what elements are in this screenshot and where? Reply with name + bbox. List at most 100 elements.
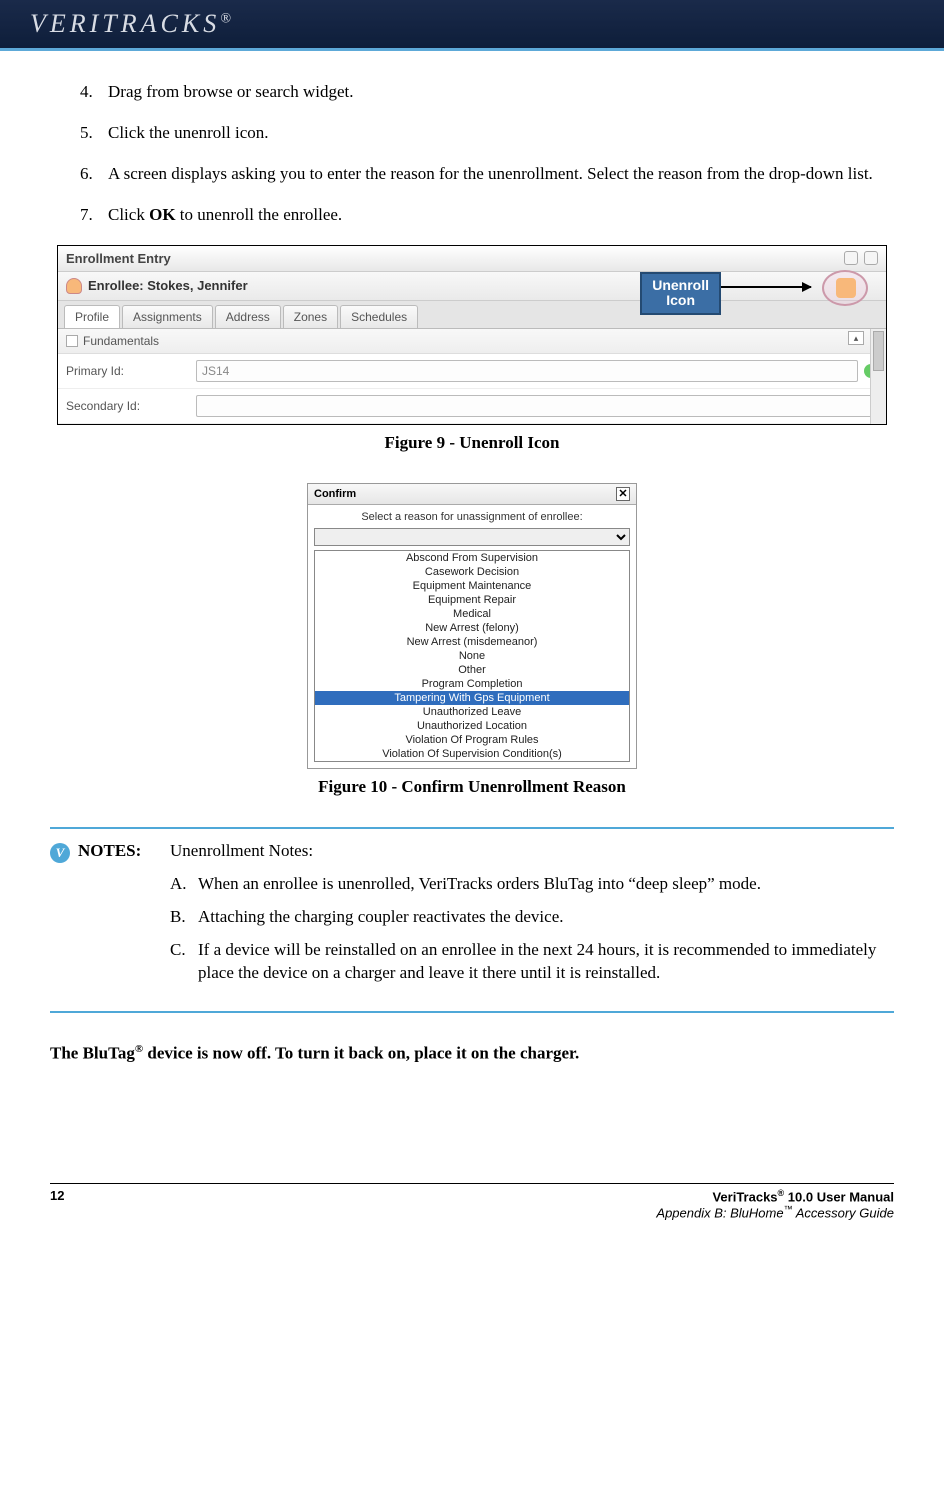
- reason-option[interactable]: Casework Decision: [315, 565, 629, 579]
- step-text: Drag from browse or search widget.: [108, 81, 353, 104]
- notes-title: Unenrollment Notes:: [170, 841, 894, 861]
- footer-guide: Accessory Guide: [793, 1206, 894, 1221]
- confirm-prompt: Select a reason for unassignment of enro…: [314, 511, 630, 523]
- final-post: device is now off. To turn it back on, p…: [143, 1043, 579, 1062]
- confirm-title-text: Confirm: [314, 488, 356, 500]
- tab-profile[interactable]: Profile: [64, 305, 120, 328]
- note-mark: B.: [170, 906, 198, 929]
- reason-option[interactable]: Unauthorized Location: [315, 719, 629, 733]
- panel-title-text: Enrollment Entry: [66, 251, 171, 266]
- form-panel: Fundamentals ▴ Primary Id: Secondary Id:: [58, 329, 886, 424]
- footer-appendix: Appendix B: BluHome: [656, 1206, 783, 1221]
- reason-option[interactable]: Abscond From Supervision: [315, 551, 629, 565]
- instruction-list: 4.Drag from browse or search widget. 5.C…: [50, 81, 894, 227]
- scrollbar[interactable]: [870, 329, 886, 424]
- step-text: Click OK to unenroll the enrollee.: [108, 204, 342, 227]
- final-pre: The BluTag: [50, 1043, 135, 1062]
- step-4: 4.Drag from browse or search widget.: [80, 81, 894, 104]
- primary-id-input[interactable]: [196, 360, 858, 382]
- tab-zones[interactable]: Zones: [283, 305, 338, 328]
- brand-logo: VERITRACKS®: [30, 9, 235, 39]
- step-text: Click the unenroll icon.: [108, 122, 269, 145]
- secondary-id-row: Secondary Id:: [58, 389, 886, 424]
- notes-icon: V: [50, 843, 70, 863]
- step-bold: OK: [149, 205, 175, 224]
- notes-block: V NOTES: Unenrollment Notes: A.When an e…: [50, 827, 894, 1013]
- reason-option[interactable]: Violation Of Supervision Condition(s): [315, 747, 629, 761]
- note-a: A.When an enrollee is unenrolled, VeriTr…: [170, 873, 894, 896]
- person-icon: [66, 278, 82, 294]
- figure-9-screenshot: Enrollment Entry Enrollee: Stokes, Jenni…: [57, 245, 887, 425]
- panel-titlebar: Enrollment Entry: [58, 246, 886, 272]
- footer-product: VeriTracks: [712, 1189, 777, 1204]
- footer-manual: 10.0 User Manual: [784, 1189, 894, 1204]
- tab-address[interactable]: Address: [215, 305, 281, 328]
- callout-arrow: [721, 286, 811, 288]
- step-6: 6.A screen displays asking you to enter …: [80, 163, 894, 186]
- page-footer: 12 VeriTracks® 10.0 User Manual Appendix…: [0, 1184, 944, 1241]
- reason-option[interactable]: Equipment Repair: [315, 593, 629, 607]
- note-text: Attaching the charging coupler reactivat…: [198, 906, 564, 929]
- secondary-id-input[interactable]: [196, 395, 878, 417]
- note-text: If a device will be reinstalled on an en…: [198, 939, 894, 985]
- tab-assignments[interactable]: Assignments: [122, 305, 213, 328]
- fundamentals-header: Fundamentals ▴: [58, 329, 886, 354]
- callout-line1: Unenroll: [652, 277, 709, 293]
- reason-option[interactable]: Medical: [315, 607, 629, 621]
- reason-select[interactable]: [314, 528, 630, 546]
- collapse-icon[interactable]: ▴: [848, 331, 864, 345]
- unenroll-icon-highlight: [822, 270, 868, 306]
- note-mark: A.: [170, 873, 198, 896]
- notes-label: NOTES:: [78, 841, 170, 995]
- section-icon: [66, 335, 78, 347]
- figure-10-screenshot: Confirm ✕ Select a reason for unassignme…: [307, 483, 637, 769]
- footer-right: VeriTracks® 10.0 User Manual Appendix B:…: [656, 1188, 894, 1221]
- step-number: 6.: [80, 163, 108, 186]
- primary-id-row: Primary Id:: [58, 354, 886, 389]
- panel-title-icons: [844, 251, 878, 265]
- reason-options-list: Abscond From SupervisionCasework Decisio…: [314, 550, 630, 762]
- tab-bar: Profile Assignments Address Zones Schedu…: [58, 301, 886, 329]
- reason-option[interactable]: Program Completion: [315, 677, 629, 691]
- reason-option[interactable]: Unauthorized Leave: [315, 705, 629, 719]
- reason-option[interactable]: Tampering With Gps Equipment: [315, 691, 629, 705]
- reason-option[interactable]: New Arrest (misdemeanor): [315, 635, 629, 649]
- step-number: 5.: [80, 122, 108, 145]
- note-b: B.Attaching the charging coupler reactiv…: [170, 906, 894, 929]
- unenroll-icon[interactable]: [836, 278, 856, 298]
- step-5: 5.Click the unenroll icon.: [80, 122, 894, 145]
- close-icon[interactable]: [864, 251, 878, 265]
- unenroll-callout: UnenrollIcon: [640, 272, 721, 315]
- scrollbar-thumb[interactable]: [873, 331, 884, 371]
- brand-reg: ®: [220, 11, 235, 26]
- section-title: Fundamentals: [83, 334, 159, 348]
- reason-option[interactable]: Other: [315, 663, 629, 677]
- secondary-id-label: Secondary Id:: [66, 399, 196, 413]
- reason-option[interactable]: Equipment Maintenance: [315, 579, 629, 593]
- note-mark: C.: [170, 939, 198, 985]
- final-sup: ®: [135, 1043, 143, 1055]
- footer-tm: ™: [784, 1204, 793, 1214]
- step-number: 4.: [80, 81, 108, 104]
- step-prefix: Click: [108, 205, 149, 224]
- figure-10-caption: Figure 10 - Confirm Unenrollment Reason: [50, 777, 894, 797]
- notes-list: A.When an enrollee is unenrolled, VeriTr…: [170, 873, 894, 985]
- note-text: When an enrollee is unenrolled, VeriTrac…: [198, 873, 761, 896]
- close-icon[interactable]: ✕: [616, 487, 630, 501]
- primary-id-label: Primary Id:: [66, 364, 196, 378]
- confirm-body: Select a reason for unassignment of enro…: [308, 505, 636, 768]
- refresh-icon[interactable]: [844, 251, 858, 265]
- tab-schedules[interactable]: Schedules: [340, 305, 418, 328]
- step-number: 7.: [80, 204, 108, 227]
- step-7: 7.Click OK to unenroll the enrollee.: [80, 204, 894, 227]
- brand-text: VERITRACKS: [30, 9, 220, 38]
- reason-option[interactable]: Violation Of Program Rules: [315, 733, 629, 747]
- app-header: VERITRACKS®: [0, 0, 944, 48]
- final-statement: The BluTag® device is now off. To turn i…: [50, 1043, 894, 1064]
- reason-option[interactable]: None: [315, 649, 629, 663]
- reason-option[interactable]: New Arrest (felony): [315, 621, 629, 635]
- step-suffix: to unenroll the enrollee.: [176, 205, 343, 224]
- page-number: 12: [50, 1188, 64, 1221]
- enrollee-name: Enrollee: Stokes, Jennifer: [88, 278, 248, 293]
- figure-9-caption: Figure 9 - Unenroll Icon: [50, 433, 894, 453]
